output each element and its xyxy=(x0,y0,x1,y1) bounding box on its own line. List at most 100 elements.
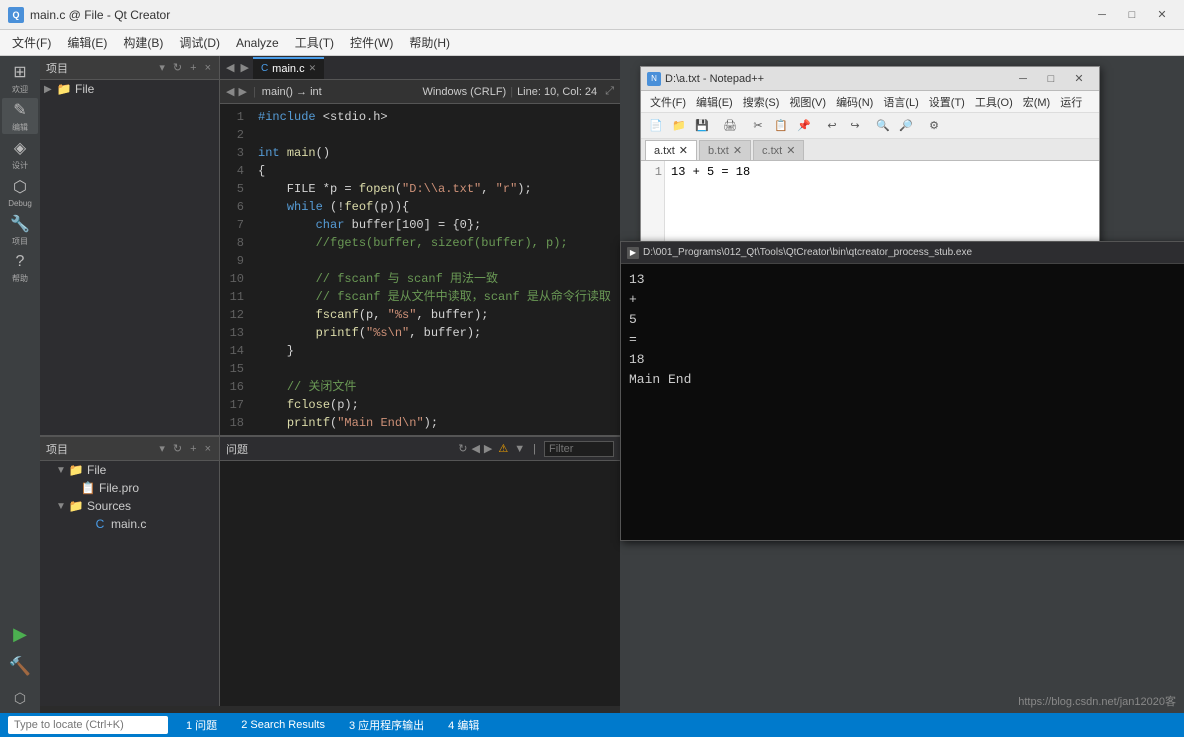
problems-header: 问题 ↻ ◀ ▶ ⚠ ▼ | xyxy=(220,437,620,461)
project-top: 项目 ▾ ↻ + × ▶ 📁 File xyxy=(40,56,620,436)
close-button[interactable]: ✕ xyxy=(1148,4,1176,26)
menu-file[interactable]: 文件(F) xyxy=(4,31,59,54)
project-filter-btn2[interactable]: ▾ xyxy=(157,441,167,456)
problems-separator: | xyxy=(533,443,536,455)
sidebar-item-help[interactable]: ? 帮助 xyxy=(2,250,38,286)
project-title-bottom: 项目 xyxy=(46,441,153,457)
npp-menu-tools[interactable]: 工具(O) xyxy=(970,92,1018,112)
sidebar-item-welcome[interactable]: ⊞ 欢迎 xyxy=(2,60,38,96)
npp-menu-encoding[interactable]: 编码(N) xyxy=(831,92,878,112)
menu-edit[interactable]: 编辑(E) xyxy=(59,31,115,54)
npp-menu-file[interactable]: 文件(F) xyxy=(645,92,691,112)
project-close-btn[interactable]: × xyxy=(203,61,213,75)
problems-prev-btn[interactable]: ◀ xyxy=(471,442,479,455)
menu-build[interactable]: 构建(B) xyxy=(115,31,171,54)
npp-zoom-out-btn[interactable]: 🔎 xyxy=(895,116,917,136)
npp-tab-b[interactable]: b.txt ✕ xyxy=(699,140,751,160)
editor-fwd-btn[interactable]: ▶ xyxy=(238,85,246,98)
left-panel: 项目 ▾ ↻ + × ▶ 📁 File xyxy=(40,56,620,713)
run-build-button[interactable]: 🔨 xyxy=(5,651,35,681)
tree-label-sources: Sources xyxy=(87,499,131,513)
prev-tab-btn[interactable]: ◀ xyxy=(224,61,236,74)
status-tab-problems[interactable]: 1 问题 xyxy=(180,715,223,735)
editor-tab-main[interactable]: C main.c ✕ xyxy=(253,57,324,79)
npp-tab-c[interactable]: c.txt ✕ xyxy=(753,140,804,160)
menu-tools[interactable]: 工具(T) xyxy=(287,31,342,54)
sidebar-item-edit[interactable]: ✎ 编辑 xyxy=(2,98,38,134)
menu-controls[interactable]: 控件(W) xyxy=(342,31,401,54)
project-sync-btn2[interactable]: ↻ xyxy=(171,441,184,456)
code-content[interactable]: #include <stdio.h> int main() { FILE *p … xyxy=(250,104,620,435)
sidebar-item-design[interactable]: ◈ 设计 xyxy=(2,136,38,172)
npp-menu-run[interactable]: 运行 xyxy=(1055,92,1087,112)
menu-help[interactable]: 帮助(H) xyxy=(401,31,458,54)
npp-undo-btn[interactable]: ↩ xyxy=(821,116,843,136)
project-icon: 🔧 xyxy=(10,214,30,234)
project-filter-btn[interactable]: ▾ xyxy=(157,60,167,75)
npp-tab-a[interactable]: a.txt ✕ xyxy=(645,140,697,160)
npp-redo-btn[interactable]: ↪ xyxy=(844,116,866,136)
terminal-content[interactable]: 13 + 5 = 18 Main End xyxy=(621,264,1184,540)
npp-paste-btn[interactable]: 📌 xyxy=(793,116,815,136)
locate-input[interactable] xyxy=(8,716,168,734)
npp-open-btn[interactable]: 📁 xyxy=(668,116,690,136)
project-close-btn2[interactable]: × xyxy=(203,442,213,456)
npp-zoom-in-btn[interactable]: 🔍 xyxy=(872,116,894,136)
file-tree-bottom: 项目 ▾ ↻ + × ▼ 📁 File ▶ 📋 xyxy=(40,437,220,706)
sidebar-item-debug[interactable]: ⬡ Debug xyxy=(2,174,38,210)
npp-minimize-btn[interactable]: ─ xyxy=(1009,68,1037,90)
project-title-top: 项目 xyxy=(46,60,153,76)
npp-menu-macro[interactable]: 宏(M) xyxy=(1018,92,1056,112)
tree-filepro[interactable]: ▶ 📋 File.pro xyxy=(40,479,219,497)
npp-maximize-btn[interactable]: □ xyxy=(1037,68,1065,90)
problems-sync-btn[interactable]: ↻ xyxy=(458,442,467,455)
tree-arrow-sources: ▼ xyxy=(56,501,68,512)
problems-filter-input[interactable] xyxy=(544,441,614,457)
run-stop-button[interactable]: ⬡ xyxy=(5,683,35,713)
npp-menu-search[interactable]: 搜索(S) xyxy=(738,92,785,112)
next-tab-btn[interactable]: ▶ xyxy=(238,61,250,74)
window-controls: ─ □ ✕ xyxy=(1088,4,1176,26)
npp-tab-c-close[interactable]: ✕ xyxy=(786,144,795,157)
npp-cut-btn[interactable]: ✂ xyxy=(747,116,769,136)
app-icon: Q xyxy=(8,7,24,23)
tree-mainc[interactable]: ▶ C main.c xyxy=(40,515,219,533)
status-tab-search[interactable]: 2 Search Results xyxy=(235,717,331,733)
tree-file-root[interactable]: ▶ 📁 File xyxy=(40,80,219,98)
project-add-btn[interactable]: + xyxy=(188,61,198,75)
tab-close-btn[interactable]: ✕ xyxy=(309,63,317,74)
minimize-button[interactable]: ─ xyxy=(1088,4,1116,26)
editor-expand-btn[interactable]: ⤢ xyxy=(605,85,614,98)
menu-debug[interactable]: 调试(D) xyxy=(171,31,228,54)
npp-tab-b-label: b.txt xyxy=(708,145,729,157)
npp-menu-lang[interactable]: 语言(L) xyxy=(878,92,923,112)
folder-icon-bottom: 📁 xyxy=(68,463,84,477)
project-add-btn2[interactable]: + xyxy=(188,442,198,456)
status-tab-compile[interactable]: 4 编辑 xyxy=(442,715,485,735)
npp-close-btn[interactable]: ✕ xyxy=(1065,68,1093,90)
maximize-button[interactable]: □ xyxy=(1118,4,1146,26)
terminal-title-text: D:\001_Programs\012_Qt\Tools\QtCreator\b… xyxy=(643,247,972,258)
npp-tab-b-close[interactable]: ✕ xyxy=(733,144,742,157)
npp-copy-btn[interactable]: 📋 xyxy=(770,116,792,136)
npp-menu-edit[interactable]: 编辑(E) xyxy=(691,92,738,112)
status-tab-app-output[interactable]: 3 应用程序输出 xyxy=(343,715,430,735)
npp-menu-view[interactable]: 视图(V) xyxy=(784,92,831,112)
npp-print-btn[interactable]: 🖨 xyxy=(719,116,741,136)
menu-analyze[interactable]: Analyze xyxy=(228,33,287,53)
problems-next-btn[interactable]: ▶ xyxy=(484,442,492,455)
sidebar-label-help: 帮助 xyxy=(12,273,28,284)
npp-settings-btn[interactable]: ⚙ xyxy=(923,116,945,136)
npp-menu-settings[interactable]: 设置(T) xyxy=(924,92,970,112)
npp-tab-a-close[interactable]: ✕ xyxy=(679,144,688,157)
main-layout: ⊞ 欢迎 ✎ 编辑 ◈ 设计 ⬡ Debug 🔧 项目 ? 帮助 ▶ 🔨 ⬡ xyxy=(0,56,1184,713)
tree-sources[interactable]: ▼ 📁 Sources xyxy=(40,497,219,515)
npp-save-btn[interactable]: 💾 xyxy=(691,116,713,136)
sidebar-item-project[interactable]: 🔧 项目 xyxy=(2,212,38,248)
project-sync-btn[interactable]: ↻ xyxy=(171,60,184,75)
code-area[interactable]: 123456789101112131415161718192021 #inclu… xyxy=(220,104,620,435)
editor-back-btn[interactable]: ◀ xyxy=(226,85,234,98)
npp-new-btn[interactable]: 📄 xyxy=(645,116,667,136)
tree-file-bottom[interactable]: ▼ 📁 File xyxy=(40,461,219,479)
run-play-button[interactable]: ▶ xyxy=(5,619,35,649)
